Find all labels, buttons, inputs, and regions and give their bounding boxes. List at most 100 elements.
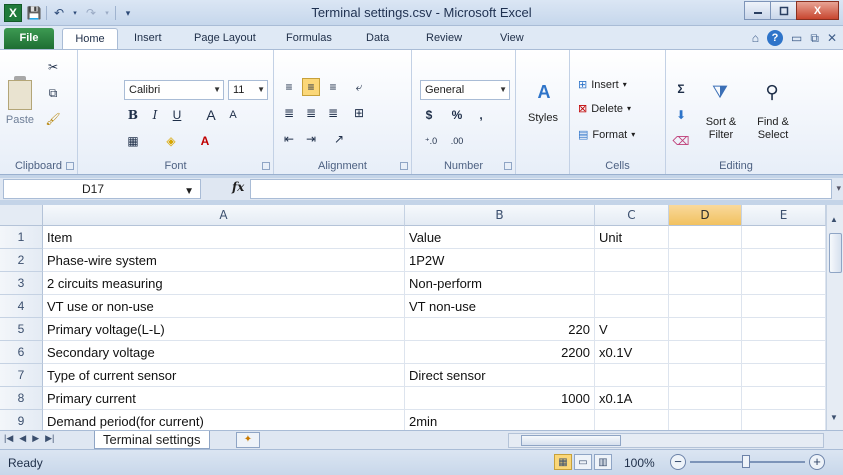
borders-icon[interactable]: ▦ <box>124 132 142 150</box>
restore-button[interactable] <box>770 1 797 20</box>
normal-view-icon[interactable]: ▦ <box>554 454 572 470</box>
row-header[interactable]: 2 <box>0 249 43 272</box>
find-select-button[interactable]: Find & Select <box>748 116 798 142</box>
number-launcher-icon[interactable] <box>504 162 512 170</box>
zoom-out-button[interactable]: − <box>670 454 686 470</box>
row-header[interactable]: 4 <box>0 295 43 318</box>
paste-button-label[interactable]: Paste <box>2 114 38 126</box>
cell-a4[interactable]: VT use or non-use <box>43 295 405 318</box>
align-right-icon[interactable]: ≣ <box>324 104 342 122</box>
fill-color-icon[interactable]: ◈ <box>162 132 180 150</box>
cell-b7[interactable]: Direct sensor <box>405 364 595 387</box>
tab-file[interactable]: File <box>4 28 54 49</box>
underline-icon[interactable]: U <box>168 106 186 124</box>
cell-e1[interactable] <box>742 226 826 249</box>
shrink-font-icon[interactable]: A <box>224 106 242 124</box>
column-header-b[interactable]: B <box>405 205 595 226</box>
cell-a6[interactable]: Secondary voltage <box>43 341 405 364</box>
cell-c1[interactable]: Unit <box>595 226 669 249</box>
workbook-close-icon[interactable]: ✕ <box>827 31 837 45</box>
cell-d6[interactable] <box>669 341 742 364</box>
cell-c6[interactable]: x0.1V <box>595 341 669 364</box>
decrease-indent-icon[interactable]: ⇤ <box>280 130 298 148</box>
name-box[interactable]: D17 ▼ <box>3 179 201 199</box>
font-name-select[interactable]: Calibri ▼ <box>124 80 224 100</box>
last-sheet-icon[interactable]: ▶| <box>45 433 54 444</box>
cell-e4[interactable] <box>742 295 826 318</box>
cell-e2[interactable] <box>742 249 826 272</box>
cell-b5[interactable]: 220 <box>405 318 595 341</box>
zoom-in-button[interactable]: + <box>809 454 825 470</box>
workbook-restore-icon[interactable]: ⧉ <box>810 31 819 46</box>
font-size-select[interactable]: 11 ▼ <box>228 80 268 100</box>
number-format-select[interactable]: General ▼ <box>420 80 510 100</box>
styles-button-label[interactable]: Styles <box>520 112 566 124</box>
cut-icon[interactable]: ✂ <box>44 58 62 76</box>
percent-icon[interactable]: % <box>448 106 466 124</box>
format-painter-icon[interactable]: 🖌 <box>44 110 62 128</box>
cell-e3[interactable] <box>742 272 826 295</box>
cell-d4[interactable] <box>669 295 742 318</box>
row-header[interactable]: 7 <box>0 364 43 387</box>
horizontal-scrollbar[interactable] <box>508 433 824 448</box>
tab-review[interactable]: Review <box>416 28 472 49</box>
align-left-icon[interactable]: ≣ <box>280 104 298 122</box>
merge-center-icon[interactable]: ⊞ <box>350 104 368 122</box>
align-bottom-icon[interactable]: ≡ <box>324 78 342 96</box>
column-header-d[interactable]: D <box>669 205 742 226</box>
sheet-tab-terminal-settings[interactable]: Terminal settings <box>94 431 210 449</box>
grow-font-icon[interactable]: A <box>202 106 220 124</box>
row-header[interactable]: 8 <box>0 387 43 410</box>
cell-c7[interactable] <box>595 364 669 387</box>
workbook-minimize-icon[interactable]: ▭ <box>791 31 802 45</box>
help-icon[interactable]: ? <box>767 30 784 46</box>
cell-b4[interactable]: VT non-use <box>405 295 595 318</box>
cell-c2[interactable] <box>595 249 669 272</box>
row-header[interactable]: 1 <box>0 226 43 249</box>
tab-view[interactable]: View <box>490 28 534 49</box>
cell-c4[interactable] <box>595 295 669 318</box>
cell-b8[interactable]: 1000 <box>405 387 595 410</box>
horizontal-scroll-thumb[interactable] <box>521 435 621 446</box>
sort-filter-icon[interactable]: ⧩ <box>708 78 732 106</box>
cell-e8[interactable] <box>742 387 826 410</box>
vertical-scrollbar[interactable]: ▲ ▼ <box>826 205 843 430</box>
column-header-a[interactable]: A <box>43 205 405 226</box>
clipboard-launcher-icon[interactable] <box>66 162 74 170</box>
comma-style-icon[interactable]: , <box>472 106 490 124</box>
insert-cells-button[interactable]: ⊞ Insert ▾ <box>578 78 627 92</box>
cell-d7[interactable] <box>669 364 742 387</box>
cell-e9[interactable] <box>742 410 826 430</box>
font-launcher-icon[interactable] <box>262 162 270 170</box>
row-header[interactable]: 5 <box>0 318 43 341</box>
minimize-ribbon-icon[interactable]: ⌂ <box>752 31 759 45</box>
tab-formulas[interactable]: Formulas <box>276 28 342 49</box>
insert-function-icon[interactable]: fx <box>232 180 244 194</box>
cell-a7[interactable]: Type of current sensor <box>43 364 405 387</box>
fill-icon[interactable]: ⬇ <box>672 106 690 124</box>
cell-d8[interactable] <box>669 387 742 410</box>
prev-sheet-icon[interactable]: ◀ <box>19 433 26 444</box>
tab-page-layout[interactable]: Page Layout <box>184 28 266 49</box>
cell-c3[interactable] <box>595 272 669 295</box>
binoculars-icon[interactable]: ⚲ <box>760 78 784 106</box>
tab-home[interactable]: Home <box>62 28 118 49</box>
bold-icon[interactable]: B <box>124 106 142 124</box>
page-break-view-icon[interactable]: ▥ <box>594 454 612 470</box>
align-middle-icon[interactable]: ≡ <box>302 78 320 96</box>
align-center-icon[interactable]: ≣ <box>302 104 320 122</box>
cell-b6[interactable]: 2200 <box>405 341 595 364</box>
column-header-c[interactable]: C <box>595 205 669 226</box>
cell-d1[interactable] <box>669 226 742 249</box>
cell-b9[interactable]: 2min <box>405 410 595 430</box>
vertical-scroll-thumb[interactable] <box>829 233 842 273</box>
cell-c5[interactable]: V <box>595 318 669 341</box>
cell-d9[interactable] <box>669 410 742 430</box>
first-sheet-icon[interactable]: |◀ <box>4 433 13 444</box>
alignment-launcher-icon[interactable] <box>400 162 408 170</box>
paste-icon[interactable] <box>8 80 32 110</box>
close-button[interactable]: X <box>796 1 839 20</box>
next-sheet-icon[interactable]: ▶ <box>32 433 39 444</box>
increase-indent-icon[interactable]: ⇥ <box>302 130 320 148</box>
cell-a2[interactable]: Phase-wire system <box>43 249 405 272</box>
